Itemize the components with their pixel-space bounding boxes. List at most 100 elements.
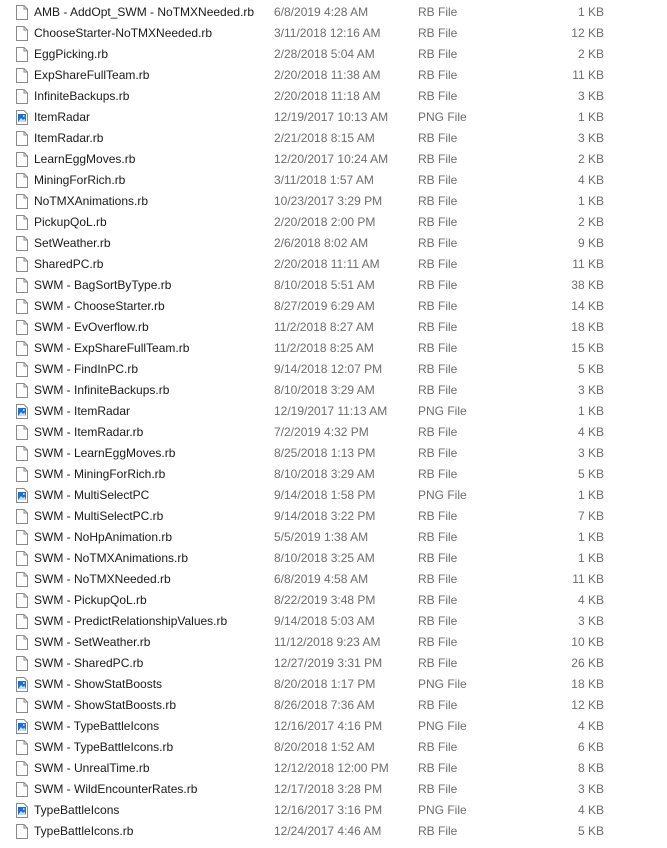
file-row-12[interactable]: SharedPC.rb 2/20/2018 11:11 AM RB File 1… xyxy=(0,254,667,275)
file-row-31[interactable]: SWM - SharedPC.rb 12/27/2019 3:31 PM RB … xyxy=(0,653,667,674)
file-row-4[interactable]: InfiniteBackups.rb 2/20/2018 11:18 AM RB… xyxy=(0,86,667,107)
file-type: PNG File xyxy=(418,404,467,418)
file-row-6[interactable]: ItemRadar.rb 2/21/2018 8:15 AM RB File 3… xyxy=(0,128,667,149)
file-name: SWM - LearnEggMoves.rb xyxy=(34,446,176,460)
file-row-11[interactable]: SetWeather.rb 2/6/2018 8:02 AM RB File 9… xyxy=(0,233,667,254)
file-type: RB File xyxy=(418,320,458,334)
file-type: PNG File xyxy=(418,719,467,733)
file-type: RB File xyxy=(418,383,458,397)
file-row-5[interactable]: ItemRadar 12/19/2017 10:13 AM PNG File 1… xyxy=(0,107,667,128)
file-type: RB File xyxy=(418,593,458,607)
file-row-30[interactable]: SWM - SetWeather.rb 11/12/2018 9:23 AM R… xyxy=(0,632,667,653)
file-row-27[interactable]: SWM - NoTMXNeeded.rb 6/8/2019 4:58 AM RB… xyxy=(0,569,667,590)
file-date-modified: 2/6/2018 8:02 AM xyxy=(274,236,369,250)
file-size: 5 KB xyxy=(577,362,604,376)
file-row-14[interactable]: SWM - ChooseStarter.rb 8/27/2019 6:29 AM… xyxy=(0,296,667,317)
file-row-21[interactable]: SWM - LearnEggMoves.rb 8/25/2018 1:13 PM… xyxy=(0,443,667,464)
file-size: 3 KB xyxy=(577,614,604,628)
file-type: RB File xyxy=(418,446,458,460)
file-row-3[interactable]: ExpShareFullTeam.rb 2/20/2018 11:38 AM R… xyxy=(0,65,667,86)
document-icon xyxy=(16,551,28,566)
file-type: RB File xyxy=(418,68,458,82)
document-icon xyxy=(16,320,28,335)
file-row-28[interactable]: SWM - PickupQoL.rb 8/22/2019 3:48 PM RB … xyxy=(0,590,667,611)
document-icon xyxy=(16,572,28,587)
file-row-2[interactable]: EggPicking.rb 2/28/2018 5:04 AM RB File … xyxy=(0,44,667,65)
file-row-26[interactable]: SWM - NoTMXAnimations.rb 8/10/2018 3:25 … xyxy=(0,548,667,569)
file-date-modified: 2/20/2018 11:18 AM xyxy=(274,89,381,103)
document-icon xyxy=(16,509,28,524)
file-type: RB File xyxy=(418,236,458,250)
document-icon xyxy=(16,824,28,839)
file-row-19[interactable]: SWM - ItemRadar 12/19/2017 11:13 AM PNG … xyxy=(0,401,667,422)
file-type: RB File xyxy=(418,131,458,145)
image-icon xyxy=(16,404,28,419)
file-type: RB File xyxy=(418,341,458,355)
file-row-36[interactable]: SWM - UnrealTime.rb 12/12/2018 12:00 PM … xyxy=(0,758,667,779)
file-row-25[interactable]: SWM - NoHpAnimation.rb 5/5/2019 1:38 AM … xyxy=(0,527,667,548)
file-size: 1 KB xyxy=(577,488,604,502)
file-row-37[interactable]: SWM - WildEncounterRates.rb 12/17/2018 3… xyxy=(0,779,667,800)
file-type: RB File xyxy=(418,635,458,649)
file-row-33[interactable]: SWM - ShowStatBoosts.rb 8/26/2018 7:36 A… xyxy=(0,695,667,716)
file-type: RB File xyxy=(418,89,458,103)
file-date-modified: 12/19/2017 10:13 AM xyxy=(274,110,389,124)
file-date-modified: 6/8/2019 4:58 AM xyxy=(274,572,369,586)
file-name: SWM - EvOverflow.rb xyxy=(34,320,149,334)
document-icon xyxy=(16,299,28,314)
file-name: SWM - WildEncounterRates.rb xyxy=(34,782,198,796)
file-size: 26 KB xyxy=(571,656,604,670)
file-row-1[interactable]: ChooseStarter-NoTMXNeeded.rb 3/11/2018 1… xyxy=(0,23,667,44)
file-name: SWM - BagSortByType.rb xyxy=(34,278,172,292)
document-icon xyxy=(16,278,28,293)
file-type: RB File xyxy=(418,761,458,775)
document-icon xyxy=(16,446,28,461)
file-row-32[interactable]: SWM - ShowStatBoosts 8/20/2018 1:17 PM P… xyxy=(0,674,667,695)
file-size: 10 KB xyxy=(571,635,604,649)
file-row-34[interactable]: SWM - TypeBattleIcons 12/16/2017 4:16 PM… xyxy=(0,716,667,737)
file-type: PNG File xyxy=(418,677,467,691)
file-row-18[interactable]: SWM - InfiniteBackups.rb 8/10/2018 3:29 … xyxy=(0,380,667,401)
file-row-8[interactable]: MiningForRich.rb 3/11/2018 1:57 AM RB Fi… xyxy=(0,170,667,191)
file-size: 15 KB xyxy=(571,341,604,355)
file-name: InfiniteBackups.rb xyxy=(34,89,130,103)
file-row-7[interactable]: LearnEggMoves.rb 12/20/2017 10:24 AM RB … xyxy=(0,149,667,170)
file-date-modified: 6/8/2019 4:28 AM xyxy=(274,5,369,19)
file-date-modified: 11/12/2018 9:23 AM xyxy=(274,635,381,649)
file-row-16[interactable]: SWM - ExpShareFullTeam.rb 11/2/2018 8:25… xyxy=(0,338,667,359)
file-row-24[interactable]: SWM - MultiSelectPC.rb 9/14/2018 3:22 PM… xyxy=(0,506,667,527)
file-date-modified: 8/10/2018 3:25 AM xyxy=(274,551,375,565)
file-row-38[interactable]: TypeBattleIcons 12/16/2017 3:16 PM PNG F… xyxy=(0,800,667,821)
file-type: RB File xyxy=(418,26,458,40)
file-name: ItemRadar.rb xyxy=(34,131,104,145)
file-row-22[interactable]: SWM - MiningForRich.rb 8/10/2018 3:29 AM… xyxy=(0,464,667,485)
file-row-23[interactable]: SWM - MultiSelectPC 9/14/2018 1:58 PM PN… xyxy=(0,485,667,506)
file-size: 6 KB xyxy=(577,740,604,754)
file-name: SWM - TypeBattleIcons xyxy=(34,719,160,733)
file-size: 1 KB xyxy=(577,110,604,124)
file-date-modified: 11/2/2018 8:27 AM xyxy=(274,320,374,334)
file-row-10[interactable]: PickupQoL.rb 2/20/2018 2:00 PM RB File 2… xyxy=(0,212,667,233)
file-row-0[interactable]: AMB - AddOpt_SWM - NoTMXNeeded.rb 6/8/20… xyxy=(0,2,667,23)
file-row-39[interactable]: TypeBattleIcons.rb 12/24/2017 4:46 AM RB… xyxy=(0,821,667,842)
file-date-modified: 5/5/2019 1:38 AM xyxy=(274,530,369,544)
file-date-modified: 2/20/2018 11:11 AM xyxy=(274,257,380,271)
file-row-17[interactable]: SWM - FindInPC.rb 9/14/2018 12:07 PM RB … xyxy=(0,359,667,380)
file-type: RB File xyxy=(418,530,458,544)
file-row-29[interactable]: SWM - PredictRelationshipValues.rb 9/14/… xyxy=(0,611,667,632)
file-size: 3 KB xyxy=(577,89,604,103)
file-size: 12 KB xyxy=(571,698,604,712)
file-row-13[interactable]: SWM - BagSortByType.rb 8/10/2018 5:51 AM… xyxy=(0,275,667,296)
file-type: RB File xyxy=(418,824,458,838)
file-date-modified: 8/10/2018 3:29 AM xyxy=(274,383,375,397)
document-icon xyxy=(16,467,28,482)
document-icon xyxy=(16,761,28,776)
file-row-9[interactable]: NoTMXAnimations.rb 10/23/2017 3:29 PM RB… xyxy=(0,191,667,212)
file-row-20[interactable]: SWM - ItemRadar.rb 7/2/2019 4:32 PM RB F… xyxy=(0,422,667,443)
file-row-35[interactable]: SWM - TypeBattleIcons.rb 8/20/2018 1:52 … xyxy=(0,737,667,758)
document-icon xyxy=(16,215,28,230)
file-date-modified: 8/22/2019 3:48 PM xyxy=(274,593,376,607)
file-date-modified: 12/16/2017 3:16 PM xyxy=(274,803,383,817)
file-date-modified: 12/24/2017 4:46 AM xyxy=(274,824,382,838)
file-row-15[interactable]: SWM - EvOverflow.rb 11/2/2018 8:27 AM RB… xyxy=(0,317,667,338)
